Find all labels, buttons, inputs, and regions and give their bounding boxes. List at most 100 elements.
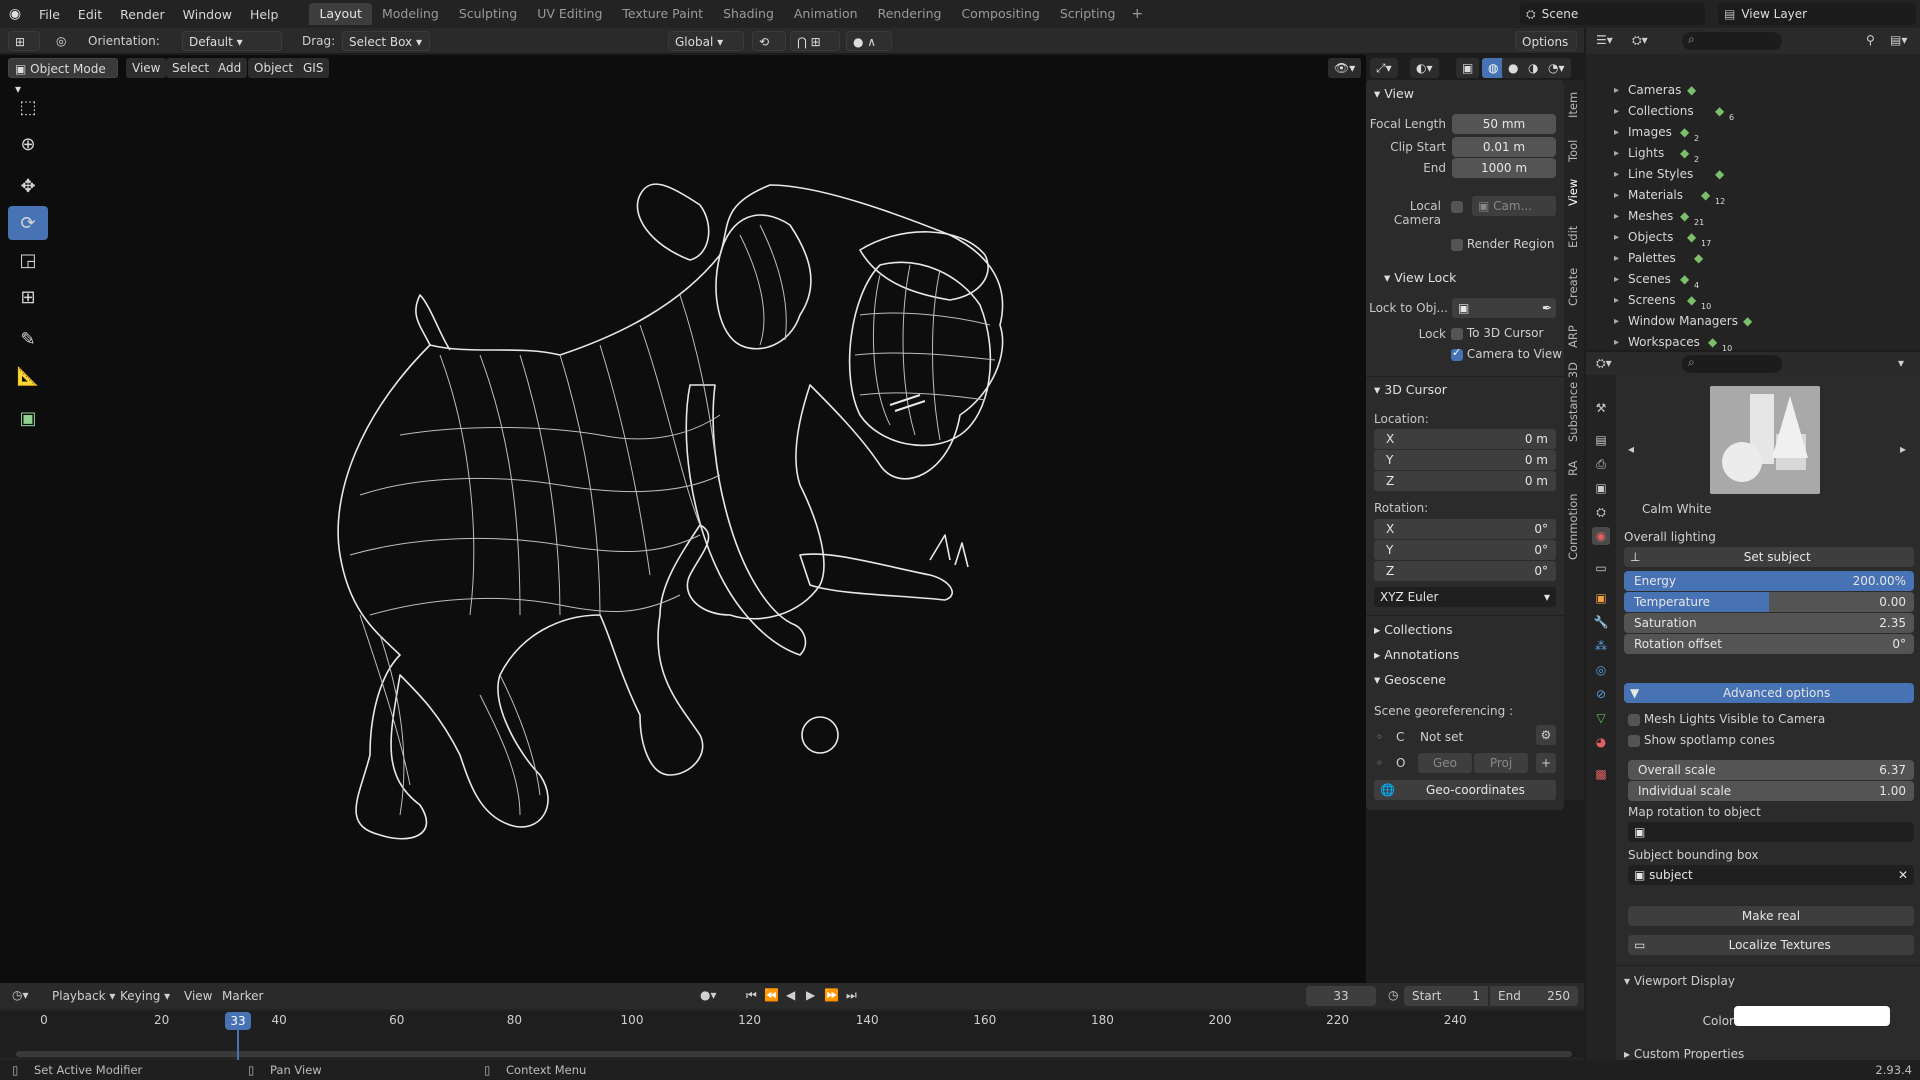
tab-shading[interactable]: Shading <box>713 3 784 25</box>
annotations-section-header[interactable]: ▸ Annotations <box>1374 647 1459 662</box>
tab-scripting[interactable]: Scripting <box>1050 3 1126 25</box>
menu-file[interactable]: File <box>30 7 69 22</box>
menu-render[interactable]: Render <box>111 7 174 22</box>
prev-keyframe-icon[interactable]: ⏪ <box>764 988 779 1002</box>
tab-edit[interactable]: Edit <box>1566 226 1580 248</box>
editor-type-button[interactable]: ⊞ <box>8 31 40 51</box>
menu-help[interactable]: Help <box>241 7 288 22</box>
tab-substance-3d[interactable]: Substance 3D <box>1566 362 1580 442</box>
add-workspace-icon[interactable]: + <box>1125 6 1149 22</box>
chevron-right-icon[interactable]: ▸ <box>1614 164 1619 185</box>
rotation-mode-dropdown[interactable]: XYZ Euler ▾ <box>1374 587 1556 607</box>
focal-length-field[interactable]: 50 mm <box>1452 114 1556 134</box>
make-real-button[interactable]: Make real <box>1628 906 1914 926</box>
outliner-search-input[interactable]: ⌕ <box>1682 32 1782 50</box>
scene-tab-icon[interactable]: ⛭ <box>1592 503 1610 521</box>
local-camera-field[interactable]: ▣ Cam... <box>1472 196 1556 216</box>
3d-viewport[interactable] <box>0 55 1366 985</box>
xray-icon[interactable]: ▣ <box>1456 58 1480 78</box>
tab-tool[interactable]: Tool <box>1566 140 1580 162</box>
blender-logo-icon[interactable]: ◉ <box>0 6 30 22</box>
tab-animation[interactable]: Animation <box>784 3 868 25</box>
crs-radio[interactable]: ◦ <box>1376 730 1383 744</box>
color-swatch[interactable] <box>1734 1006 1890 1026</box>
tool-settings-icon[interactable]: ◎ <box>50 31 76 51</box>
chevron-right-icon[interactable]: ▸ <box>1614 185 1619 206</box>
chevron-right-icon[interactable]: ▸ <box>1614 80 1619 101</box>
overlay-icon[interactable]: ◐▾ <box>1410 58 1439 78</box>
display-mode-icon[interactable]: ⛭▾ <box>1632 33 1648 48</box>
set-subject-button[interactable]: ⊥ Set subject <box>1624 547 1914 567</box>
viewport-display-header[interactable]: ▾ Viewport Display <box>1624 974 1735 988</box>
tab-arp[interactable]: ARP <box>1566 325 1580 348</box>
menu-gis[interactable]: GIS <box>297 58 330 78</box>
menu-marker[interactable]: Marker <box>222 989 263 1003</box>
render-region-checkbox[interactable]: Render Region <box>1451 237 1554 251</box>
geo-coordinates-button[interactable]: 🌐 Geo-coordinates <box>1374 780 1556 800</box>
view-section-header[interactable]: ▾ View <box>1374 86 1414 101</box>
rotation-y-field[interactable]: Y 0° <box>1374 540 1556 560</box>
record-icon[interactable]: ●▾ <box>700 988 717 1002</box>
mode-dropdown[interactable]: ▣ Object Mode ▾ <box>8 58 118 96</box>
3d-cursor-header[interactable]: ▾ 3D Cursor <box>1374 382 1447 397</box>
outliner-item[interactable]: ▸ Window Managers ◆ <box>1586 311 1920 332</box>
lock-to-obj-field[interactable]: ▣ ✒ <box>1452 298 1556 318</box>
proportional-edit-icon[interactable]: ● ∧ <box>846 31 892 51</box>
rendered-shading-icon[interactable]: ◔▾ <box>1542 58 1571 78</box>
menu-view[interactable]: View <box>126 58 167 78</box>
world-tab-icon[interactable]: ◉ <box>1592 527 1610 545</box>
outliner-item[interactable]: ▸ Line Styles ◆ <box>1586 164 1920 185</box>
menu-playback[interactable]: Playback ▾ <box>52 989 115 1003</box>
collection-tab-icon[interactable]: ▭ <box>1592 559 1610 577</box>
advanced-options-header[interactable]: ▼ Advanced options <box>1624 683 1914 703</box>
local-camera-checkbox[interactable] <box>1451 201 1463 213</box>
tab-rendering[interactable]: Rendering <box>868 3 952 25</box>
eyedropper-icon[interactable]: ✒ <box>1542 298 1552 318</box>
outliner-item[interactable]: ▸ Scenes ◆ 4 <box>1586 269 1920 290</box>
rotation-z-field[interactable]: Z 0° <box>1374 561 1556 581</box>
next-keyframe-icon[interactable]: ⏩ <box>824 988 839 1002</box>
clear-icon[interactable]: ✕ <box>1898 865 1908 885</box>
measure-icon[interactable]: 📐 <box>8 359 48 393</box>
drag-dropdown[interactable]: Select Box ▾ <box>342 31 430 51</box>
physics-tab-icon[interactable]: ◎ <box>1592 661 1610 679</box>
current-frame-field[interactable]: 33 <box>1306 986 1376 1006</box>
snap-icon[interactable]: ⋂ ⊞ <box>790 31 840 51</box>
object-tab-icon[interactable]: ▣ <box>1592 589 1610 607</box>
playhead[interactable]: 33 <box>225 1012 252 1030</box>
proj-button[interactable]: Proj <box>1474 753 1528 773</box>
outliner-item[interactable]: ▸ Images ◆ 2 <box>1586 122 1920 143</box>
add-origin-icon[interactable]: + <box>1536 753 1556 773</box>
transform-icon[interactable]: ⊞ <box>8 280 48 314</box>
rotation-x-field[interactable]: X 0° <box>1374 519 1556 539</box>
overall-scale-field[interactable]: Overall scale 6.37 <box>1628 760 1914 780</box>
to-3d-cursor-checkbox[interactable]: To 3D Cursor <box>1451 326 1543 340</box>
outliner-editor-type-icon[interactable]: ☰▾ <box>1596 33 1613 47</box>
saturation-slider[interactable]: Saturation 2.35 <box>1624 613 1914 633</box>
chevron-down-icon[interactable]: ▾ <box>1898 356 1904 370</box>
render-tab-icon[interactable]: ▤ <box>1592 431 1610 449</box>
tab-commotion[interactable]: Commotion <box>1566 493 1580 560</box>
material-tab-icon[interactable]: ◕ <box>1592 733 1610 751</box>
rotation-offset-slider[interactable]: Rotation offset 0° <box>1624 634 1914 654</box>
preview-prev-icon[interactable]: ◂ <box>1628 442 1634 456</box>
outliner-item[interactable]: ▸ Meshes ◆ 21 <box>1586 206 1920 227</box>
outliner-item[interactable]: ▸ Materials ◆ 12 <box>1586 185 1920 206</box>
select-box-icon[interactable]: ⬚ <box>8 90 48 124</box>
crs-settings-icon[interactable]: ⚙ <box>1536 725 1556 745</box>
clip-end-field[interactable]: 1000 m <box>1452 158 1556 178</box>
play-reverse-icon[interactable]: ◀ <box>786 988 795 1002</box>
jump-start-icon[interactable]: ⏮ <box>746 988 757 1003</box>
clip-start-field[interactable]: 0.01 m <box>1452 137 1556 157</box>
collections-section-header[interactable]: ▸ Collections <box>1374 622 1453 637</box>
outliner-item[interactable]: ▸ Objects ◆ 17 <box>1586 227 1920 248</box>
individual-scale-field[interactable]: Individual scale 1.00 <box>1628 781 1914 801</box>
subject-bbox-field[interactable]: ▣ subject ✕ <box>1628 865 1914 885</box>
chevron-right-icon[interactable]: ▸ <box>1614 122 1619 143</box>
chevron-right-icon[interactable]: ▸ <box>1614 332 1619 353</box>
geo-button[interactable]: Geo <box>1418 753 1472 773</box>
data-tab-icon[interactable]: ▽ <box>1592 709 1610 727</box>
outliner-item[interactable]: ▸ Workspaces ◆ 10 <box>1586 332 1920 353</box>
menu-window[interactable]: Window <box>174 7 241 22</box>
outliner-item[interactable]: ▸ Screens ◆ 10 <box>1586 290 1920 311</box>
